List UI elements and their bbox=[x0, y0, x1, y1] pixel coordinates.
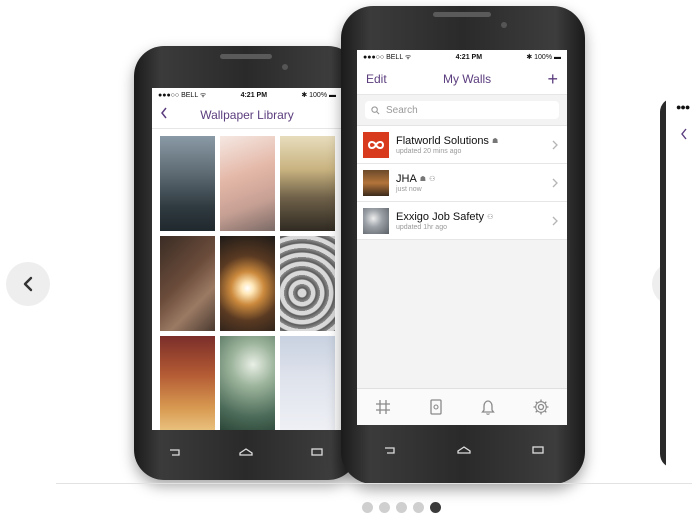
bell-icon bbox=[481, 400, 496, 415]
search-icon bbox=[371, 105, 380, 114]
chevron-right-icon bbox=[552, 216, 558, 225]
chevron-right-icon bbox=[552, 140, 558, 149]
wall-subtitle: updated 20 mins ago bbox=[396, 147, 462, 155]
search-box bbox=[365, 101, 559, 119]
chevron-left-icon bbox=[23, 276, 33, 292]
carousel-dot-active[interactable] bbox=[430, 502, 441, 513]
wallpaper-grid bbox=[152, 129, 342, 430]
city-skyline-tile[interactable] bbox=[160, 136, 215, 231]
recents-hardware-button[interactable] bbox=[308, 446, 326, 458]
recents-key-icon bbox=[311, 448, 323, 456]
chevron-left-icon bbox=[681, 128, 687, 140]
light-blue-tile[interactable] bbox=[280, 336, 335, 430]
jha-thumbnail bbox=[363, 169, 389, 196]
my-walls-navbar: Edit My Walls + bbox=[357, 64, 567, 95]
chevron-right-icon bbox=[552, 178, 558, 187]
users-icon: ⚇ bbox=[487, 213, 494, 221]
tab-hashtags[interactable] bbox=[369, 393, 397, 421]
back-key-icon bbox=[170, 449, 180, 456]
recents-key-icon bbox=[532, 446, 544, 454]
back-key-icon bbox=[385, 447, 395, 454]
wall-subtitle: just now bbox=[396, 185, 422, 193]
wall-title-text: JHA bbox=[396, 172, 417, 185]
phone-camera bbox=[282, 64, 288, 70]
typewriter-keys-tile[interactable] bbox=[280, 236, 335, 331]
status-bar: ●●●○○ BELL ᯤ 4:21 PM ✱ 100% ▬ bbox=[357, 50, 567, 64]
search-bar bbox=[357, 95, 567, 126]
carousel-dot[interactable] bbox=[413, 502, 424, 513]
back-hardware-button[interactable] bbox=[381, 444, 399, 456]
back-button[interactable] bbox=[160, 107, 168, 123]
carousel-dot[interactable] bbox=[362, 502, 373, 513]
sparkler-tile[interactable] bbox=[220, 236, 275, 331]
lock-icon: ☗ bbox=[491, 137, 499, 145]
empty-list-area bbox=[357, 240, 567, 388]
time-label: 4:21 PM bbox=[240, 91, 268, 99]
left-phone-screen: ●●●○○ BELL ᯤ 4:21 PM ✱ 100% ▬ Wallpaper … bbox=[152, 88, 342, 430]
home-key-icon bbox=[457, 446, 471, 454]
chevron-left-icon bbox=[161, 107, 167, 119]
wall-subtitle: updated 1hr ago bbox=[396, 223, 447, 231]
right-phone-screen: ●●●○○ BELL ᯤ 4:21 PM ✱ 100% ▬ Edit My Wa… bbox=[357, 50, 567, 425]
carrier-label: ●●●○○ BELL ᯤ bbox=[158, 91, 207, 99]
carousel-dot[interactable] bbox=[379, 502, 390, 513]
wall-title-text: Exxigo Job Safety bbox=[396, 210, 485, 223]
home-hardware-button[interactable] bbox=[455, 444, 473, 456]
third-phone-preview: ●●● bbox=[660, 98, 692, 468]
search-input[interactable] bbox=[384, 103, 538, 117]
third-phone-status: ●●● bbox=[676, 102, 690, 112]
wall-list-item[interactable]: Exxigo Job Safety ⚇ updated 1hr ago bbox=[357, 202, 567, 240]
carousel-pagination bbox=[362, 502, 441, 513]
add-wall-button[interactable]: + bbox=[547, 70, 558, 88]
battery-label: ✱ 100% ▬ bbox=[301, 92, 336, 99]
gear-icon bbox=[533, 399, 549, 415]
section-divider bbox=[56, 483, 692, 484]
wall-item-text: Exxigo Job Safety ⚇ updated 1hr ago bbox=[396, 211, 551, 231]
wall-title: JHA ☗ ⚇ bbox=[396, 173, 551, 185]
warm-gradient-tile[interactable] bbox=[160, 336, 215, 430]
phone-camera bbox=[501, 22, 507, 28]
phone-speaker bbox=[220, 54, 272, 59]
wallpaper-library-navbar: Wallpaper Library bbox=[152, 102, 342, 129]
carousel-dot[interactable] bbox=[396, 502, 407, 513]
hashtag-icon bbox=[376, 400, 391, 414]
wall-list-item[interactable]: JHA ☗ ⚇ just now bbox=[357, 164, 567, 202]
wall-title: Exxigo Job Safety ⚇ bbox=[396, 211, 551, 223]
wall-title: Flatworld Solutions ☗ bbox=[396, 135, 551, 147]
hardware-buttons bbox=[381, 444, 547, 456]
recents-hardware-button[interactable] bbox=[529, 444, 547, 456]
tab-walls[interactable] bbox=[422, 393, 450, 421]
home-key-icon bbox=[239, 448, 253, 456]
green-bokeh-tile[interactable] bbox=[220, 336, 275, 430]
back-hardware-button[interactable] bbox=[166, 446, 184, 458]
infinity-icon bbox=[367, 140, 385, 149]
exxigo-thumbnail bbox=[363, 207, 389, 234]
battery-label: ✱ 100% ▬ bbox=[526, 54, 561, 61]
wall-item-text: JHA ☗ ⚇ just now bbox=[396, 173, 551, 193]
tab-bar bbox=[357, 388, 567, 425]
lock-icon: ☗ bbox=[419, 175, 427, 183]
wall-item-text: Flatworld Solutions ☗ updated 20 mins ago bbox=[396, 135, 551, 155]
carousel-prev-button[interactable] bbox=[6, 262, 50, 306]
page-title: Wallpaper Library bbox=[200, 108, 294, 122]
hardware-buttons bbox=[166, 446, 326, 458]
users-icon: ⚇ bbox=[429, 175, 436, 183]
wall-icon bbox=[430, 399, 442, 415]
tab-settings[interactable] bbox=[527, 393, 555, 421]
edit-button[interactable]: Edit bbox=[366, 72, 387, 86]
wall-title-text: Flatworld Solutions bbox=[396, 134, 489, 147]
home-hardware-button[interactable] bbox=[237, 446, 255, 458]
phone-speaker bbox=[433, 12, 491, 17]
status-bar: ●●●○○ BELL ᯤ 4:21 PM ✱ 100% ▬ bbox=[152, 88, 342, 102]
time-label: 4:21 PM bbox=[455, 53, 483, 61]
desk-pens-tile[interactable] bbox=[160, 236, 215, 331]
flatworld-logo bbox=[363, 131, 389, 158]
cityscape-sunset-tile[interactable] bbox=[280, 136, 335, 231]
keyboard-tile[interactable] bbox=[220, 136, 275, 231]
page-title: My Walls bbox=[442, 72, 492, 86]
tab-notifications[interactable] bbox=[474, 393, 502, 421]
carrier-label: ●●●○○ BELL ᯤ bbox=[363, 53, 412, 61]
wall-list-item[interactable]: Flatworld Solutions ☗ updated 20 mins ago bbox=[357, 126, 567, 164]
